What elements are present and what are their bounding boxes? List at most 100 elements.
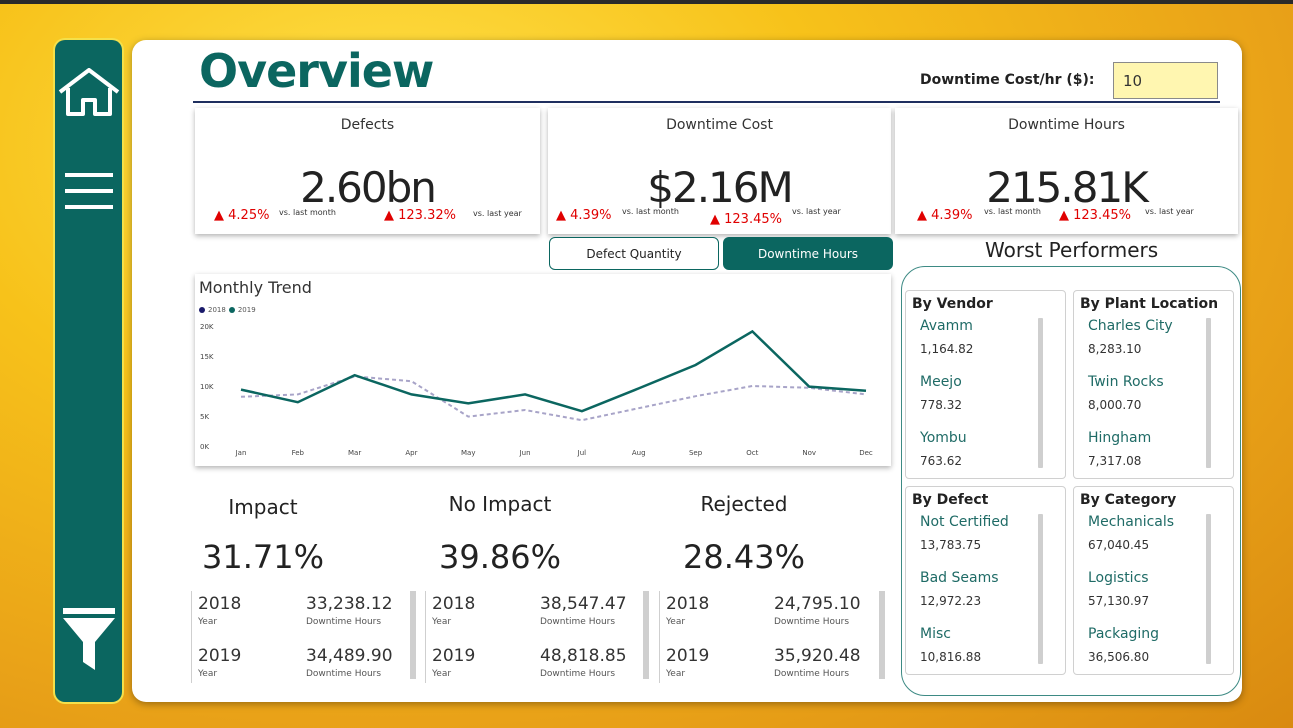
performer-name[interactable]: Twin Rocks	[1088, 374, 1164, 390]
vs-year-label: vs. last year	[1145, 207, 1194, 216]
downtime-hours-label: Downtime Hours	[774, 669, 850, 679]
year-label: Year	[666, 617, 686, 627]
up-triangle-icon: ▲	[917, 208, 927, 223]
y-tick-label: 20K	[200, 323, 214, 331]
section-scrollbar[interactable]	[879, 591, 885, 679]
worst-group: By Plant Location Charles City 8,283.10 Twi…	[1073, 290, 1234, 479]
section-percentage: 31.71%	[201, 538, 324, 576]
performer-name[interactable]: Meejo	[920, 374, 962, 390]
y-tick-label: 5K	[200, 413, 209, 421]
section-title: No Impact	[448, 492, 552, 516]
performer-value: 67,040.45	[1088, 538, 1150, 552]
downtime-hours-value: 24,795.10	[774, 594, 861, 614]
x-tick-label: Jul	[577, 449, 587, 457]
side-nav	[55, 40, 122, 702]
performer-name[interactable]: Packaging	[1088, 626, 1159, 642]
performer-value: 10,816.88	[920, 650, 982, 664]
chart-legend: 2018 2019	[199, 306, 256, 314]
section-percentage: 39.86%	[438, 538, 561, 576]
x-tick-label: Sep	[689, 449, 703, 457]
performer-value: 778.32	[920, 398, 962, 412]
downtime-hours-value: 48,818.85	[540, 646, 627, 666]
y-tick-label: 15K	[200, 353, 214, 361]
section-divider	[425, 591, 426, 683]
group-title: By Category	[1080, 492, 1177, 508]
performer-value: 763.62	[920, 454, 962, 468]
group-scrollbar[interactable]	[1038, 318, 1043, 468]
x-tick-label: Oct	[746, 449, 758, 457]
x-tick-label: Jan	[235, 449, 247, 457]
downtime-hours-label: Downtime Hours	[306, 669, 382, 679]
year-value: 2018	[666, 594, 710, 614]
year-label: Year	[432, 669, 452, 679]
up-triangle-icon: ▲	[710, 212, 720, 227]
x-tick-label: Mar	[348, 449, 361, 457]
year-label: Year	[198, 669, 218, 679]
kpi-value: 2.60bn	[300, 163, 437, 212]
worst-group: By Category Mechanicals 67,040.45 Logistics…	[1073, 486, 1234, 675]
year-label: Year	[666, 669, 686, 679]
home-icon[interactable]	[55, 68, 122, 118]
section-percentage: 28.43%	[682, 538, 805, 576]
vs-year-label: vs. last year	[473, 209, 522, 218]
trend-plot: 0K 5K 10K 15K 20K Jan Feb Mar Apr May Jun Jul Aug Sep…	[200, 323, 873, 457]
series-line-2018[interactable]	[240, 375, 867, 422]
performer-name[interactable]: Bad Seams	[920, 570, 999, 586]
downtime-hours-value: 33,238.12	[306, 594, 393, 614]
performer-name[interactable]: Logistics	[1088, 570, 1149, 586]
kpi-value: 215.81K	[986, 163, 1149, 212]
performer-value: 7,317.08	[1088, 454, 1142, 468]
performer-value: 57,130.97	[1088, 594, 1150, 608]
year-value: 2018	[198, 594, 242, 614]
performer-name[interactable]: Charles City	[1088, 318, 1173, 334]
section-title: Rejected	[700, 492, 788, 516]
worst-group: By Vendor Avamm 1,164.82 Meejo 778.32 Yombu 76…	[905, 290, 1066, 479]
downtime-hours-value: 38,547.47	[540, 594, 627, 614]
year-label: Year	[198, 617, 218, 627]
group-scrollbar[interactable]	[1038, 514, 1043, 664]
menu-icon[interactable]	[55, 173, 122, 209]
performer-name[interactable]: Misc	[920, 626, 951, 642]
year-change: ▲ 123.45%	[710, 212, 782, 227]
x-tick-label: Jun	[519, 449, 531, 457]
vs-month-label: vs. last month	[622, 207, 679, 216]
worst-performers-title: Worst Performers	[985, 238, 1159, 262]
section-scrollbar[interactable]	[410, 591, 416, 679]
performer-name[interactable]: Avamm	[920, 318, 973, 334]
performer-name[interactable]: Mechanicals	[1088, 514, 1174, 530]
group-scrollbar[interactable]	[1206, 318, 1211, 468]
downtime-hours-value: 34,489.90	[306, 646, 393, 666]
performer-value: 8,000.70	[1088, 398, 1142, 412]
performer-name[interactable]: Hingham	[1088, 430, 1151, 446]
vs-month-label: vs. last month	[984, 207, 1041, 216]
performer-name[interactable]: Yombu	[920, 430, 967, 446]
y-tick-label: 10K	[200, 383, 214, 391]
group-scrollbar[interactable]	[1206, 514, 1211, 664]
cost-input[interactable]: 10	[1113, 62, 1218, 99]
downtime-hours-value: 35,920.48	[774, 646, 861, 666]
kpi-title: Downtime Hours	[1008, 117, 1125, 133]
section-divider	[659, 591, 660, 683]
section-scrollbar[interactable]	[643, 591, 649, 679]
kpi-card-downtime-hours: Downtime Hours 215.81K ▲ 4.39% vs. last …	[895, 108, 1238, 234]
downtime-hours-button[interactable]: Downtime Hours	[723, 237, 893, 270]
series-line-2019[interactable]	[240, 329, 867, 413]
defect-quantity-button[interactable]: Defect Quantity	[549, 237, 719, 270]
group-title: By Plant Location	[1080, 296, 1219, 312]
performer-value: 12,972.23	[920, 594, 982, 608]
downtime-hours-label: Downtime Hours	[540, 617, 616, 627]
downtime-hours-label: Downtime Hours	[774, 617, 850, 627]
year-value: 2018	[432, 594, 476, 614]
top-border	[0, 0, 1293, 4]
section-divider	[191, 591, 192, 683]
x-tick-label: May	[461, 449, 475, 457]
filter-icon[interactable]	[55, 608, 122, 670]
month-change: ▲ 4.39%	[556, 208, 612, 223]
legend-dot-2019	[228, 307, 235, 313]
kpi-title: Downtime Cost	[666, 117, 773, 133]
group-title: By Defect	[912, 492, 989, 508]
month-change: ▲ 4.39%	[917, 208, 973, 223]
kpi-card-downtime-cost: Downtime Cost $2.16M ▲ 4.39% vs. last mo…	[548, 108, 891, 234]
y-tick-label: 0K	[200, 443, 209, 451]
performer-name[interactable]: Not Certified	[920, 514, 1009, 530]
